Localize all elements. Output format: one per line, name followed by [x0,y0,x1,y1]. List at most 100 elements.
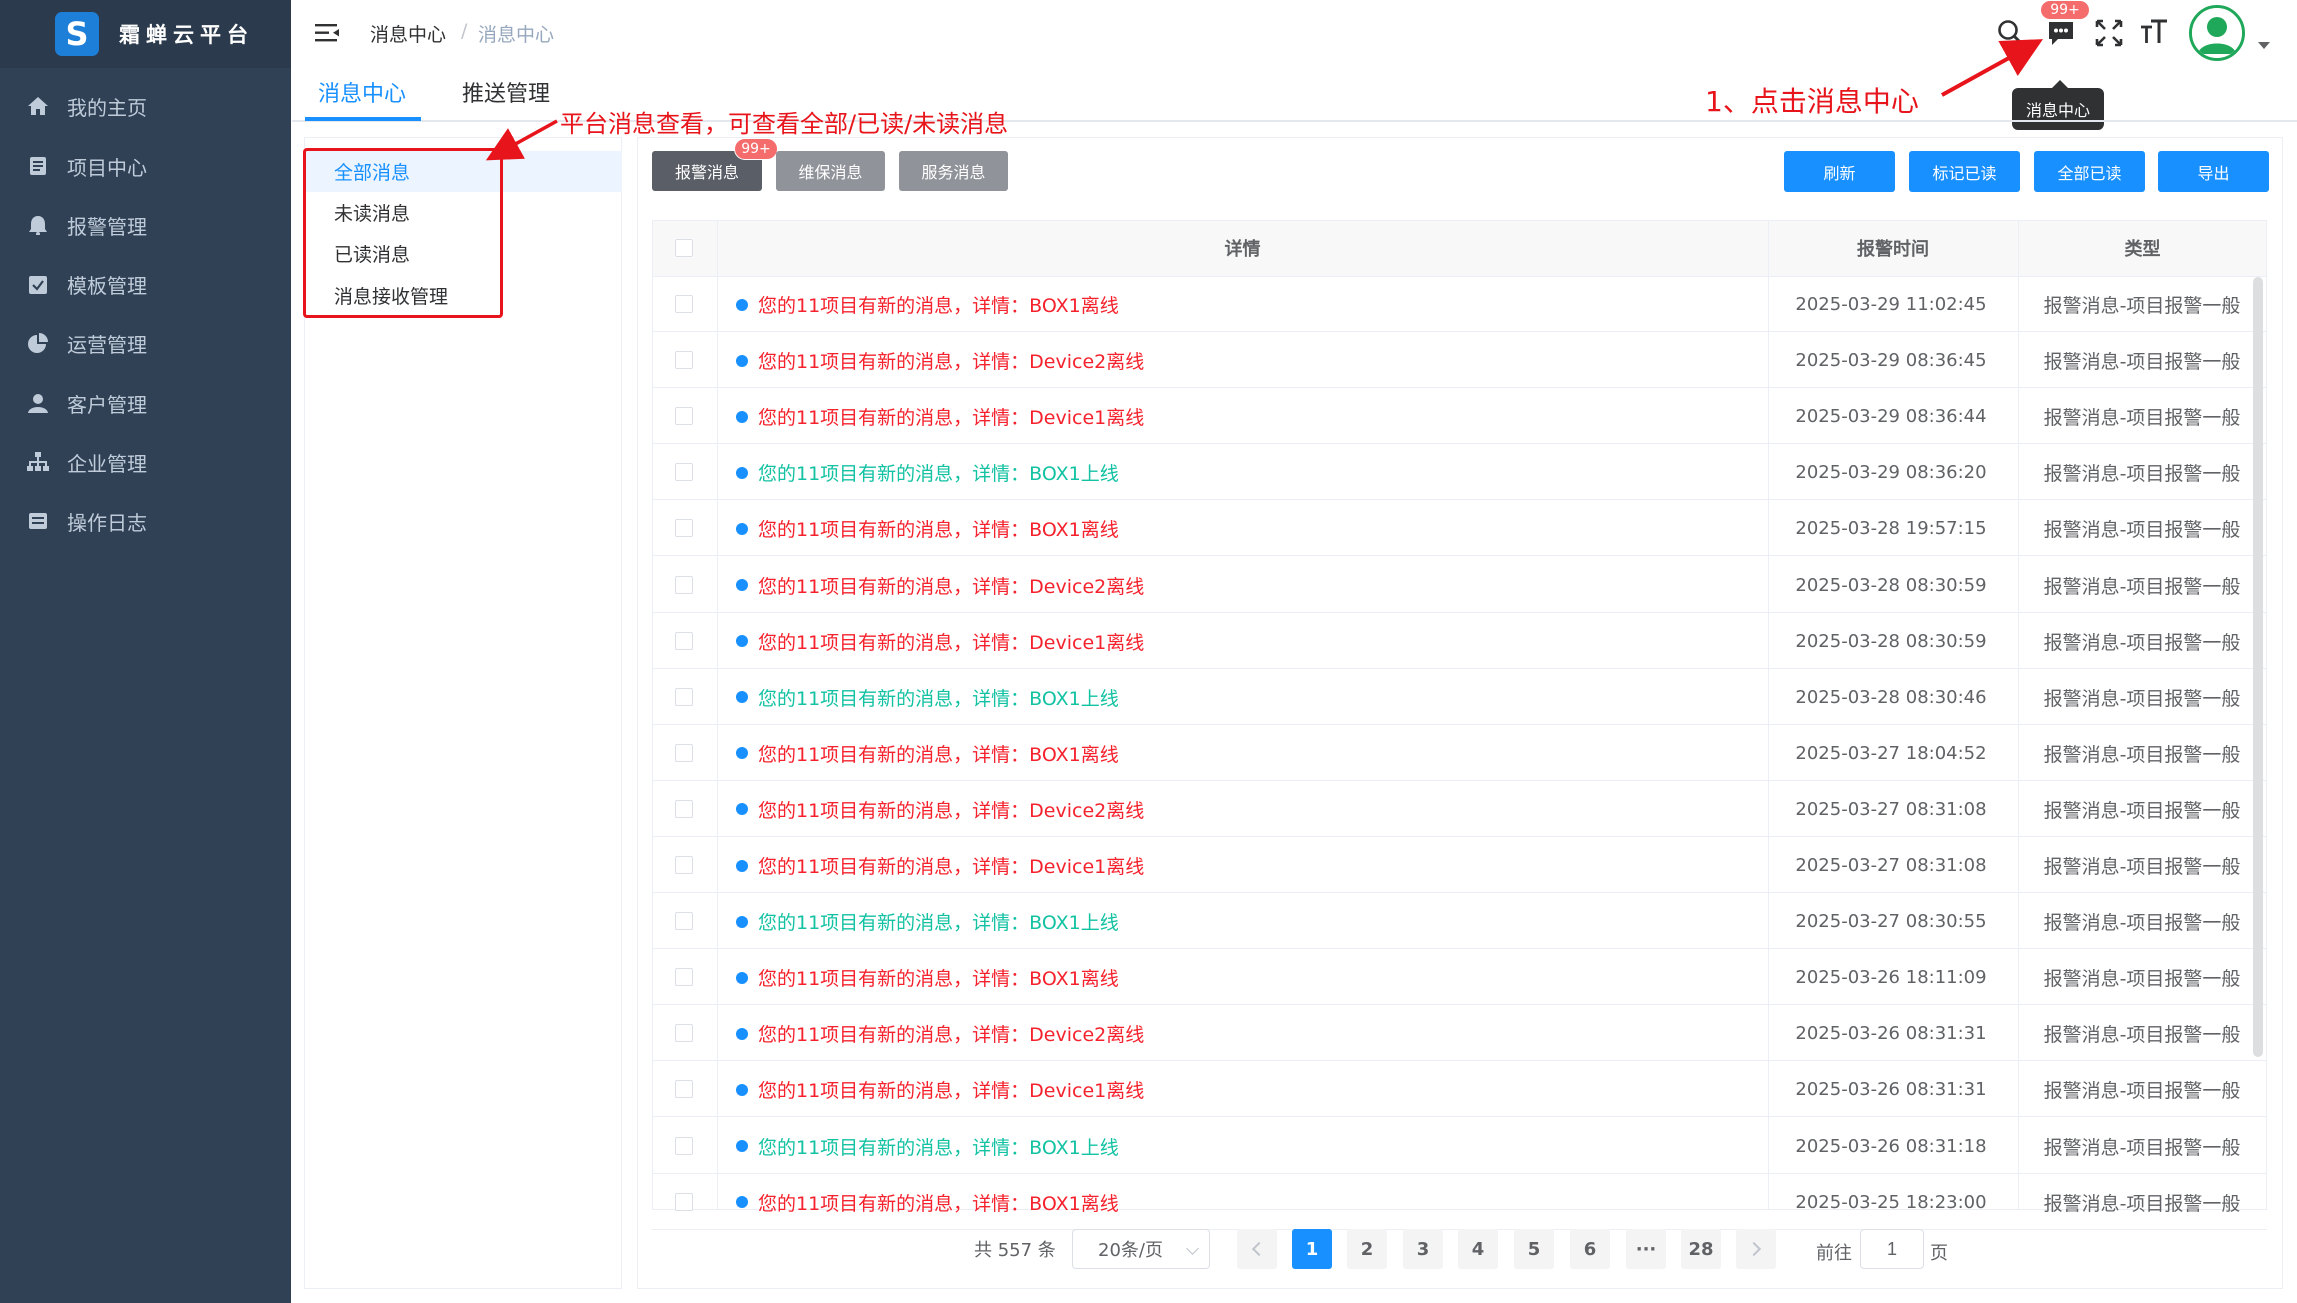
page-number-button[interactable]: 5 [1514,1229,1554,1269]
table-row[interactable]: 您的11项目有新的消息，详情：Device1离线 2025-03-29 08:36… [652,389,2267,445]
time-cell: 2025-03-26 08:31:31 [1795,1079,1987,1101]
detail-cell[interactable]: 您的11项目有新的消息，详情：Device1离线 [736,838,1144,893]
table-row[interactable]: 您的11项目有新的消息，详情：Device1离线 2025-03-27 08:31… [652,838,2267,893]
detail-cell[interactable]: 您的11项目有新的消息，详情：BOX1离线 [736,726,1119,781]
page-number-button[interactable]: 2 [1347,1229,1387,1269]
page-number-button[interactable]: 6 [1570,1229,1610,1269]
sidebar-item[interactable]: 项目中心 [0,136,291,196]
table-row[interactable]: 您的11项目有新的消息，详情：Device2离线 2025-03-26 08:31… [652,1006,2267,1062]
table-row[interactable]: 您的11项目有新的消息，详情：BOX1离线 2025-03-26 18:11:09… [652,950,2267,1006]
row-checkbox[interactable] [675,1024,693,1043]
unread-dot-icon [736,803,748,816]
page-number-button[interactable]: 3 [1403,1229,1443,1269]
fullscreen-icon[interactable] [2094,18,2124,48]
type-cell: 报警消息-项目报警一般 [2043,687,2241,710]
row-checkbox[interactable] [675,1080,693,1099]
sidebar-item[interactable]: 报警管理 [0,195,291,255]
breadcrumb-item-1[interactable]: 消息中心 [370,20,446,47]
row-checkbox[interactable] [675,575,693,594]
detail-cell[interactable]: 您的11项目有新的消息，详情：Device2离线 [736,333,1144,388]
tab-push-management[interactable]: 推送管理 [462,76,550,108]
mark-read-button[interactable]: 标记已读 [1909,151,2020,192]
table-row[interactable]: 您的11项目有新的消息，详情：Device2离线 2025-03-27 08:31… [652,782,2267,837]
type-cell: 报警消息-项目报警一般 [2043,912,2241,935]
font-size-icon[interactable] [2139,18,2169,48]
detail-cell[interactable]: 您的11项目有新的消息，详情：BOX1上线 [736,445,1119,500]
alarm-messages-badge: 99+ [734,138,778,160]
row-checkbox[interactable] [675,351,693,370]
hamburger-icon[interactable] [315,22,339,44]
row-checkbox[interactable] [675,407,693,426]
detail-cell[interactable]: 您的11项目有新的消息，详情：BOX1离线 [736,501,1119,556]
unread-dot-icon [736,1027,748,1040]
tab-message-center[interactable]: 消息中心 [318,76,406,108]
sidebar-item[interactable]: 客户管理 [0,373,291,433]
table-row[interactable]: 您的11项目有新的消息，详情：BOX1上线 2025-03-27 08:30:55… [652,894,2267,950]
detail-cell[interactable]: 您的11项目有新的消息，详情：BOX1上线 [736,894,1119,949]
sidebar-item[interactable]: 运营管理 [0,313,291,373]
export-button[interactable]: 导出 [2158,151,2269,192]
table-row[interactable]: 您的11项目有新的消息，详情：BOX1离线 2025-03-29 11:02:45… [652,277,2267,332]
row-checkbox[interactable] [675,912,693,931]
detail-cell[interactable]: 您的11项目有新的消息，详情：Device1离线 [736,614,1144,669]
sidebar-item[interactable]: 操作日志 [0,491,291,551]
mark-all-read-button[interactable]: 全部已读 [2034,151,2145,192]
detail-cell[interactable]: 您的11项目有新的消息，详情：BOX1离线 [736,1175,1119,1230]
table-row[interactable]: 您的11项目有新的消息，详情：Device2离线 2025-03-29 08:36… [652,333,2267,389]
table-row[interactable]: 您的11项目有新的消息，详情：BOX1离线 2025-03-28 19:57:15… [652,501,2267,557]
row-checkbox[interactable] [675,1136,693,1155]
page-number-button[interactable]: 4 [1458,1229,1498,1269]
unread-dot-icon [736,971,748,984]
table-row[interactable]: 您的11项目有新的消息，详情：BOX1离线 2025-03-25 18:23:00… [652,1175,2267,1230]
row-checkbox[interactable] [675,743,693,762]
sidebar-item[interactable]: 模板管理 [0,254,291,314]
time-cell: 2025-03-27 08:30:55 [1795,911,1987,933]
unread-dot-icon [736,1196,748,1209]
row-checkbox[interactable] [675,295,693,313]
detail-cell[interactable]: 您的11项目有新的消息，详情：Device2离线 [736,1006,1144,1061]
detail-cell[interactable]: 您的11项目有新的消息，详情：Device2离线 [736,782,1144,837]
page-size-select[interactable]: 20条/页 [1072,1229,1210,1269]
next-page-button[interactable] [1736,1229,1776,1269]
row-checkbox[interactable] [675,856,693,874]
detail-cell[interactable]: 您的11项目有新的消息，详情：Device1离线 [736,1062,1144,1117]
sidebar-item[interactable]: 企业管理 [0,432,291,492]
detail-cell[interactable]: 您的11项目有新的消息，详情：Device2离线 [736,558,1144,613]
maintenance-messages-button[interactable]: 维保消息 [776,151,885,191]
row-checkbox[interactable] [675,687,693,706]
detail-cell[interactable]: 您的11项目有新的消息，详情：BOX1上线 [736,670,1119,725]
user-avatar[interactable] [2189,5,2245,61]
pie-chart-icon [28,333,48,353]
detail-cell[interactable]: 您的11项目有新的消息，详情：BOX1离线 [736,950,1119,1005]
detail-cell[interactable]: 您的11项目有新的消息，详情：BOX1上线 [736,1119,1119,1174]
home-icon [28,97,48,115]
search-icon[interactable] [1996,18,2026,48]
table-row[interactable]: 您的11项目有新的消息，详情：BOX1上线 2025-03-26 08:31:18… [652,1119,2267,1174]
table-scrollbar[interactable] [2253,277,2263,1057]
table-row[interactable]: 您的11项目有新的消息，详情：Device2离线 2025-03-28 08:30… [652,558,2267,613]
prev-page-button[interactable] [1237,1229,1277,1269]
refresh-button[interactable]: 刷新 [1784,151,1895,192]
service-messages-button[interactable]: 服务消息 [899,151,1008,191]
detail-cell[interactable]: 您的11项目有新的消息，详情：Device1离线 [736,389,1144,444]
row-checkbox[interactable] [675,631,693,650]
page-ellipsis[interactable]: ··· [1626,1229,1666,1269]
row-checkbox[interactable] [675,1192,693,1211]
row-checkbox[interactable] [675,968,693,987]
page-number-button[interactable]: 1 [1292,1229,1332,1269]
page-number-button[interactable]: 28 [1681,1229,1721,1269]
table-row[interactable]: 您的11项目有新的消息，详情：BOX1上线 2025-03-29 08:36:20… [652,445,2267,501]
select-all-checkbox[interactable] [675,239,693,257]
goto-page-input[interactable] [1860,1229,1924,1269]
table-row[interactable]: 您的11项目有新的消息，详情：Device1离线 2025-03-26 08:31… [652,1062,2267,1118]
detail-cell[interactable]: 您的11项目有新的消息，详情：BOX1离线 [736,277,1119,332]
row-checkbox[interactable] [675,463,693,482]
row-checkbox[interactable] [675,519,693,538]
message-icon[interactable] [2046,18,2076,48]
table-row[interactable]: 您的11项目有新的消息，详情：BOX1上线 2025-03-28 08:30:46… [652,670,2267,725]
sidebar-item[interactable]: 我的主页 [0,76,291,136]
table-row[interactable]: 您的11项目有新的消息，详情：BOX1离线 2025-03-27 18:04:52… [652,726,2267,781]
row-checkbox[interactable] [675,799,693,818]
avatar-dropdown-caret-icon[interactable] [2258,42,2270,49]
table-row[interactable]: 您的11项目有新的消息，详情：Device1离线 2025-03-28 08:30… [652,614,2267,669]
